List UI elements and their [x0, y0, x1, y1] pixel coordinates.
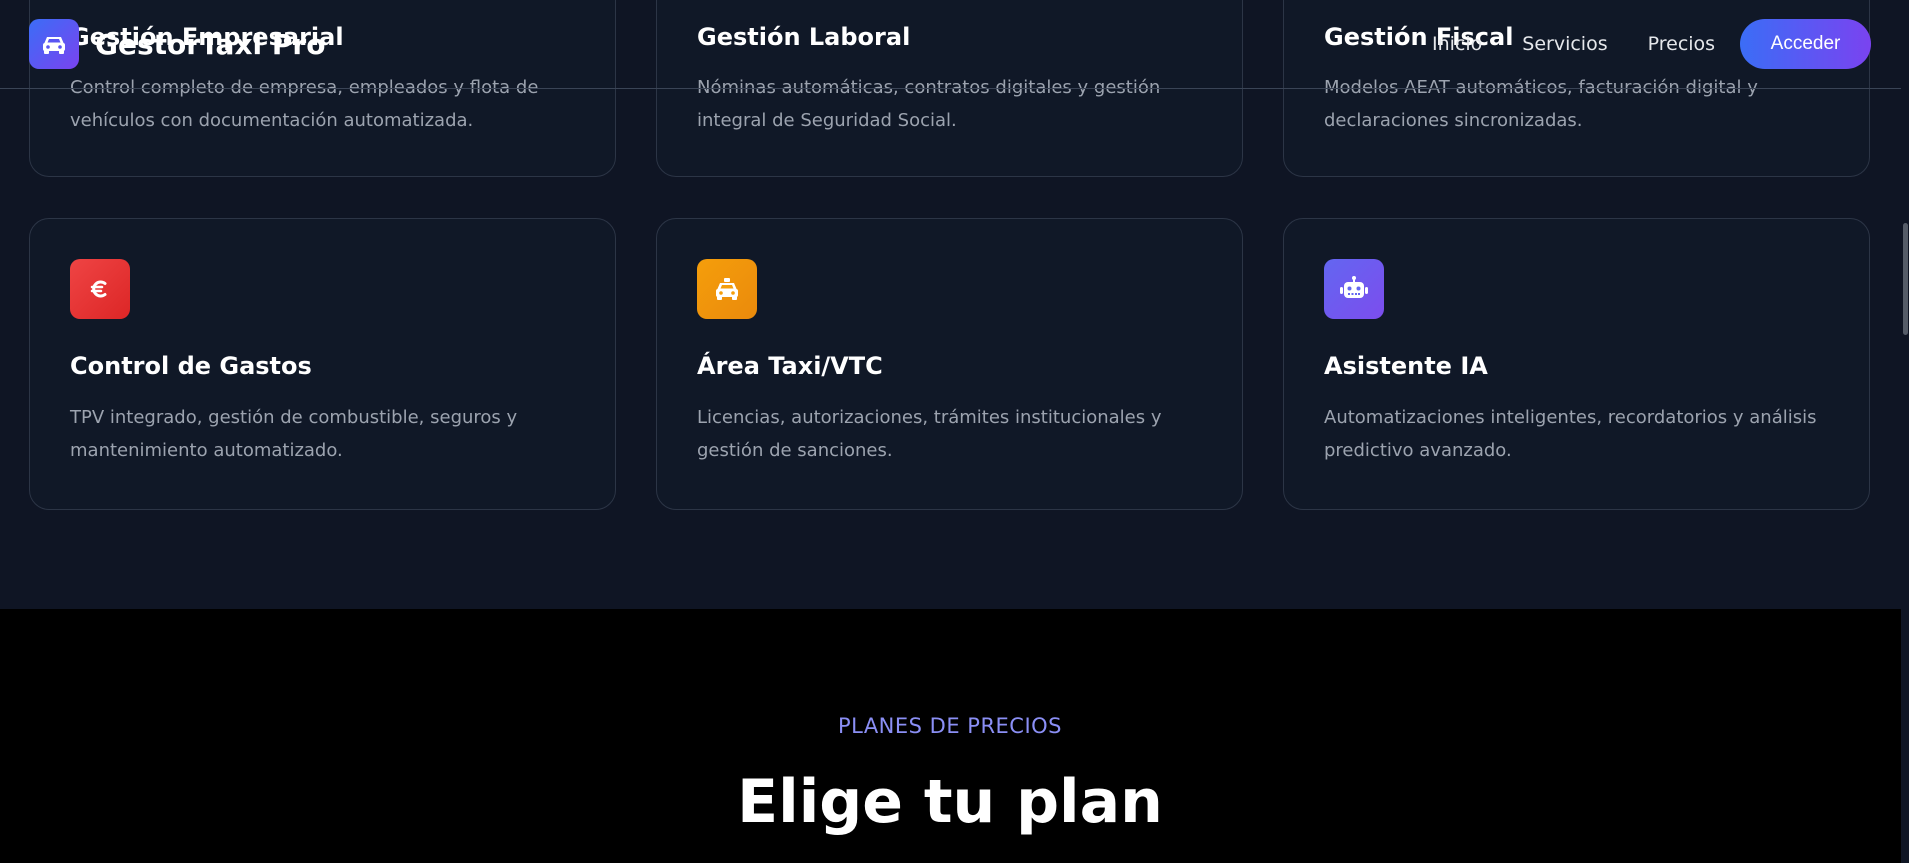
- nav-links: Inicio Servicios Precios: [1432, 33, 1715, 55]
- navbar: GestorTaxi Pro Inicio Servicios Precios …: [0, 0, 1909, 89]
- pricing-section: PLANES DE PRECIOS Elige tu plan: [0, 609, 1909, 863]
- scrollbar-thumb[interactable]: [1903, 223, 1908, 335]
- nav-link-servicios[interactable]: Servicios: [1522, 33, 1607, 55]
- taxi-icon[interactable]: [29, 19, 79, 69]
- card-title: Control de Gastos: [70, 352, 312, 380]
- card-description: Automatizaciones inteligentes, recordato…: [1324, 407, 1817, 461]
- scrollbar[interactable]: [1901, 0, 1909, 863]
- card-description: Licencias, autorizaciones, trámites inst…: [697, 407, 1162, 461]
- card-title: Área Taxi/VTC: [697, 352, 883, 380]
- euro-icon: [70, 259, 130, 319]
- page: Gestión Empresarial Control completo de …: [0, 0, 1909, 863]
- login-button[interactable]: Acceder: [1740, 19, 1871, 69]
- card-description: TPV integrado, gestión de combustible, s…: [70, 407, 518, 461]
- service-card-ia: Asistente IA Automatizaciones inteligent…: [1283, 218, 1870, 510]
- pricing-eyebrow: PLANES DE PRECIOS: [837, 714, 1063, 738]
- taxi-icon: [697, 259, 757, 319]
- service-card-taxi: Área Taxi/VTC Licencias, autorizaciones,…: [656, 218, 1243, 510]
- service-card-gastos: Control de Gastos TPV integrado, gestión…: [29, 218, 616, 510]
- services-section: Gestión Empresarial Control completo de …: [0, 0, 1909, 609]
- robot-icon: [1324, 259, 1384, 319]
- card-title: Asistente IA: [1324, 352, 1488, 380]
- nav-link-precios[interactable]: Precios: [1648, 33, 1715, 55]
- brand-name[interactable]: GestorTaxi Pro: [95, 28, 325, 61]
- nav-link-inicio[interactable]: Inicio: [1432, 33, 1482, 55]
- pricing-title: Elige tu plan: [737, 767, 1163, 837]
